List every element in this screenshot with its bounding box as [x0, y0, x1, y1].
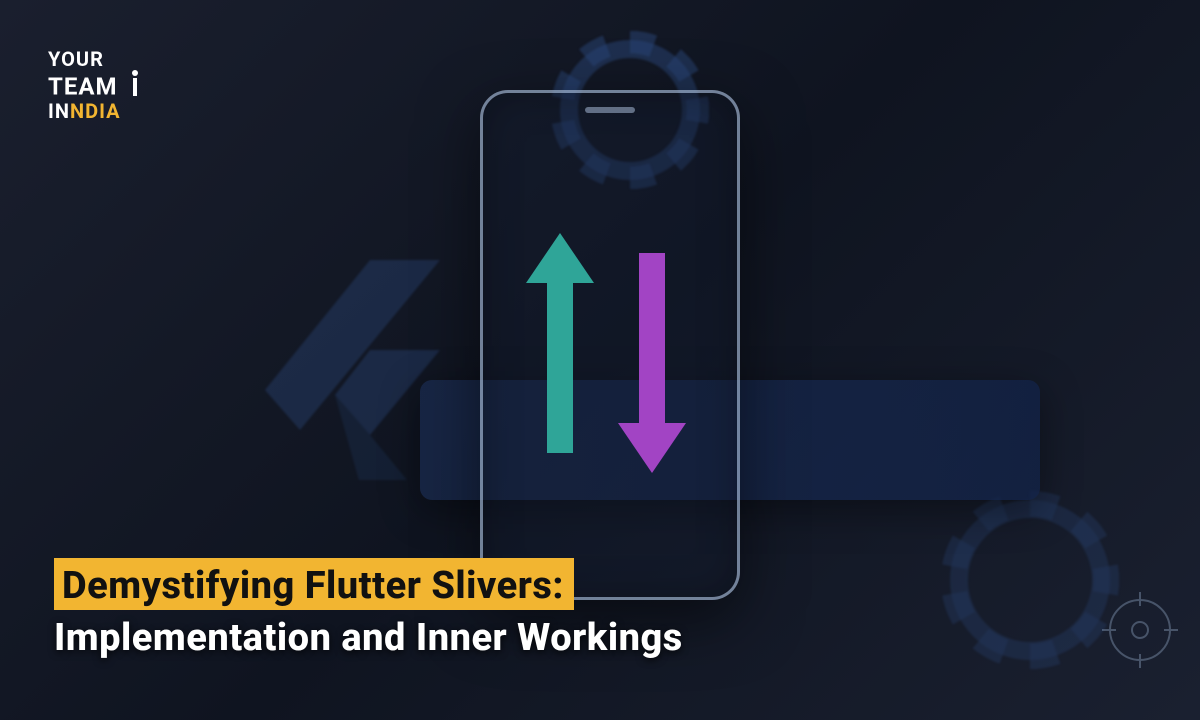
logo-line-3: INNDIA [48, 100, 142, 122]
logo-line-2: TEAM [48, 70, 142, 100]
phone-frame-icon [480, 90, 740, 600]
person-icon [128, 70, 142, 100]
page-title: Demystifying Flutter Slivers: Implementa… [54, 558, 683, 660]
brand-logo: YOUR TEAM INNDIA [48, 48, 142, 122]
logo-line-1: YOUR [48, 48, 142, 70]
flutter-logo-icon [260, 260, 440, 480]
gear-icon [950, 500, 1110, 660]
arrow-down-icon [633, 253, 671, 473]
title-highlighted: Demystifying Flutter Slivers: [54, 558, 574, 610]
arrow-up-icon [541, 233, 579, 453]
spiral-icon [1100, 590, 1180, 670]
title-subtitle: Implementation and Inner Workings [54, 616, 683, 660]
